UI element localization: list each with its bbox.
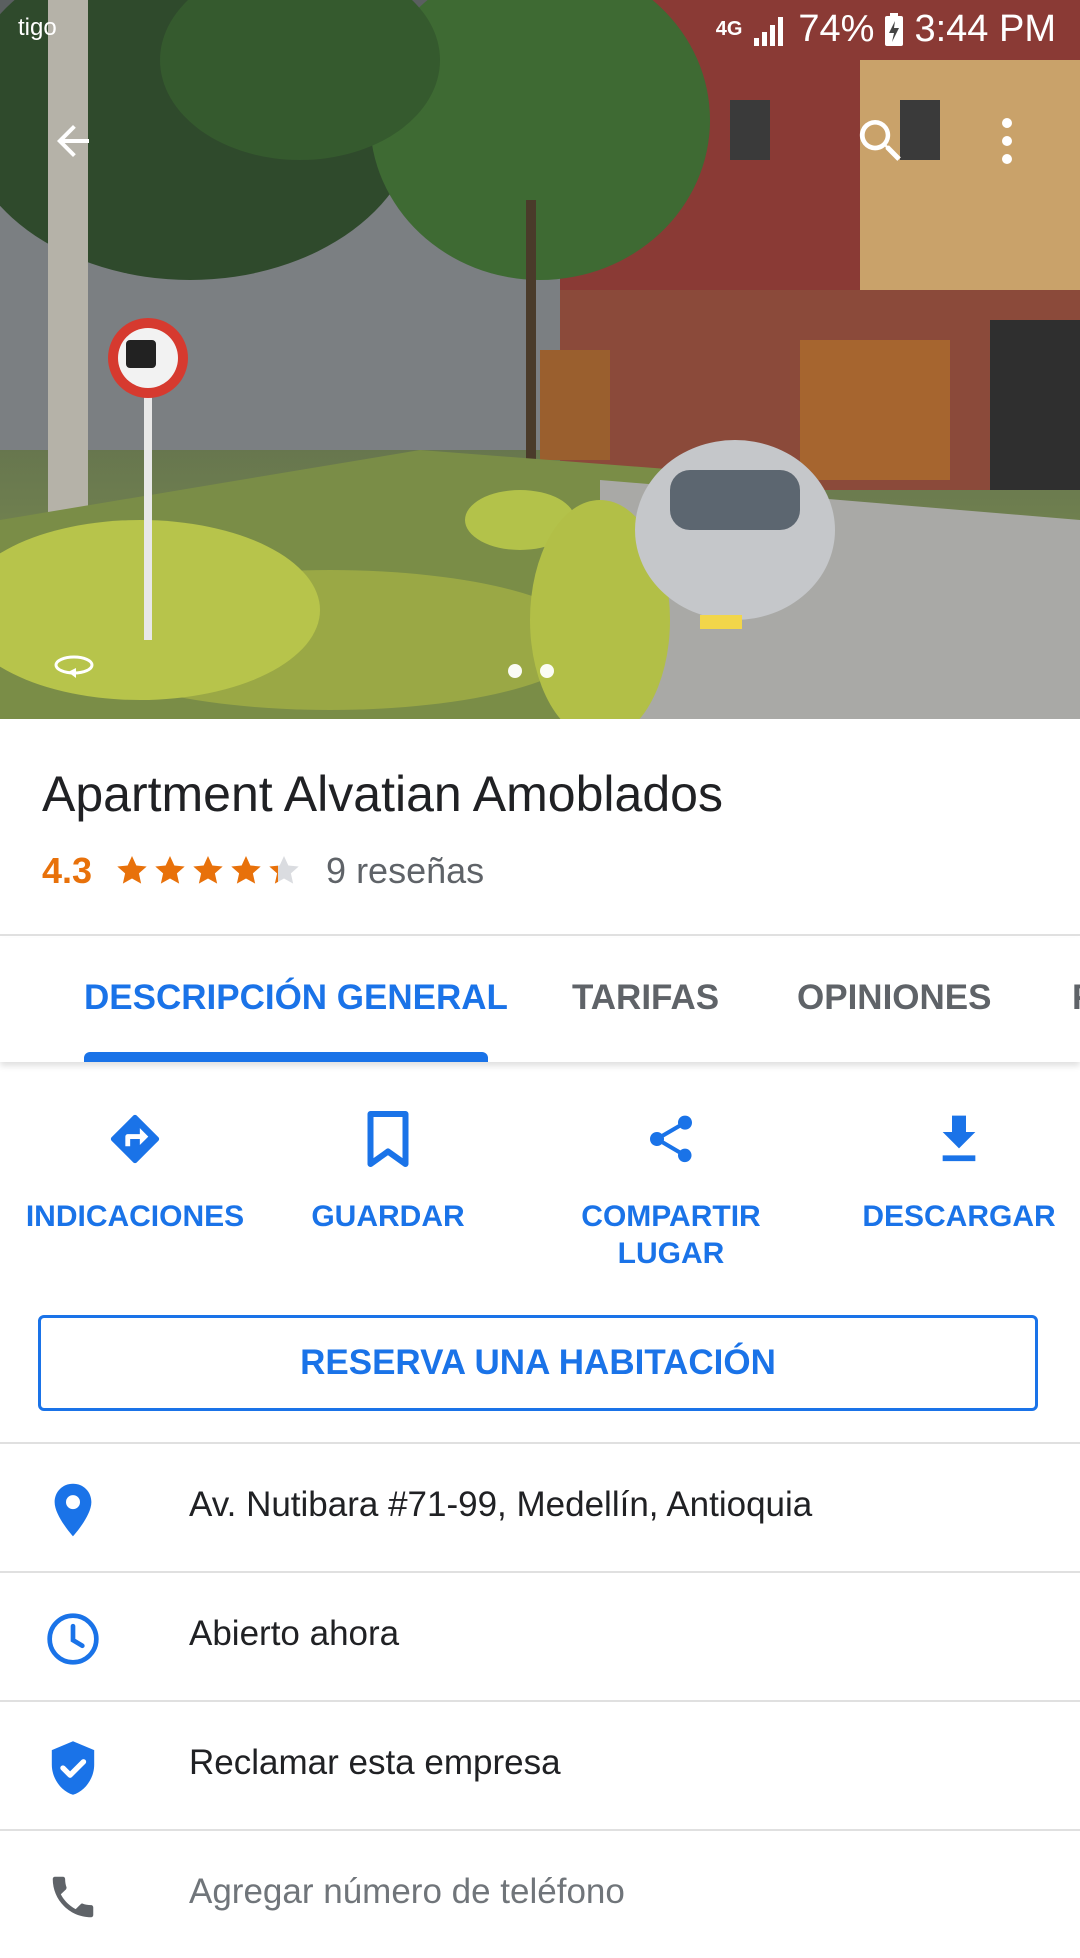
- directions-icon: [110, 1114, 160, 1164]
- tab-partial[interactable]: F: [1072, 978, 1080, 1018]
- more-options-button[interactable]: [962, 96, 1052, 186]
- share-label: COMPARTIR LUGAR: [541, 1198, 801, 1272]
- status-bar: tigo 4G 74% 3:44 PM: [0, 0, 1080, 66]
- tab-descripcion-general[interactable]: DESCRIPCIÓN GENERAL: [84, 978, 508, 1018]
- save-label: GUARDAR: [311, 1200, 465, 1233]
- active-tab-indicator: [84, 1052, 488, 1062]
- page-dot: [508, 664, 522, 678]
- carrier-label: tigo: [18, 14, 57, 41]
- arrow-back-icon: [57, 125, 89, 157]
- share-label-line2: LUGAR: [617, 1237, 725, 1270]
- back-button[interactable]: [28, 96, 118, 186]
- network-type: 4G: [715, 18, 743, 40]
- review-count: 9 reseñas: [326, 850, 485, 891]
- tab-tarifas[interactable]: TARIFAS: [572, 978, 719, 1018]
- more-vert-icon: [1002, 118, 1012, 164]
- tab-bar: DESCRIPCIÓN GENERAL TARIFAS OPINIONES F: [0, 938, 1080, 1062]
- clock-icon: [47, 1613, 99, 1665]
- address-text: Av. Nutibara #71-99, Medellín, Antioquia: [189, 1485, 813, 1524]
- search-button[interactable]: [836, 96, 926, 186]
- rating-row[interactable]: 4.3 9 reseñas: [42, 850, 484, 892]
- star-icon: [269, 856, 299, 884]
- phone-icon: [52, 1876, 94, 1918]
- claim-business-row[interactable]: Reclamar esta empresa: [0, 1701, 1080, 1829]
- page-dot: [540, 664, 554, 678]
- bookmark-icon: [367, 1111, 409, 1167]
- hours-text: Abierto ahora: [189, 1614, 400, 1653]
- star-icon: [231, 856, 261, 884]
- download-label: DESCARGAR: [862, 1200, 1056, 1233]
- rating-value: 4.3: [42, 850, 93, 891]
- star-icon: [193, 856, 223, 884]
- street-view-rotate-button[interactable]: [52, 652, 96, 687]
- photo-page-indicator: [508, 664, 554, 678]
- download-button[interactable]: DESCARGAR: [829, 1100, 1080, 1235]
- rating-stars: [114, 853, 302, 889]
- star-icon: [117, 856, 147, 884]
- place-title: Apartment Alvatian Amoblados: [42, 766, 723, 822]
- battery-percent: 74%: [798, 8, 875, 50]
- street-view-rotate-icon: [54, 655, 94, 678]
- share-place-button[interactable]: COMPARTIR LUGAR: [541, 1100, 801, 1272]
- star-icon: [155, 856, 185, 884]
- tab-opiniones[interactable]: OPINIONES: [797, 978, 991, 1018]
- divider: [0, 934, 1080, 936]
- place-photo[interactable]: tigo 4G 74% 3:44 PM: [0, 0, 1080, 719]
- signal-icon: [754, 16, 784, 46]
- hours-row[interactable]: Abierto ahora: [0, 1572, 1080, 1700]
- address-row[interactable]: Av. Nutibara #71-99, Medellín, Antioquia: [0, 1443, 1080, 1571]
- reserve-room-button[interactable]: RESERVA UNA HABITACIÓN: [38, 1315, 1038, 1411]
- verified-shield-icon: [51, 1741, 95, 1795]
- claim-business-text: Reclamar esta empresa: [189, 1743, 561, 1782]
- phone-row[interactable]: Agregar número de teléfono: [0, 1830, 1080, 1958]
- directions-button[interactable]: INDICACIONES: [5, 1100, 265, 1235]
- share-icon: [650, 1115, 692, 1163]
- location-pin-icon: [54, 1483, 92, 1537]
- directions-label: INDICACIONES: [25, 1200, 245, 1233]
- battery-charging-icon: [885, 12, 904, 46]
- share-label-line1: COMPARTIR: [581, 1200, 761, 1233]
- download-icon: [942, 1115, 976, 1162]
- search-icon: [859, 120, 901, 161]
- clock-time: 3:44 PM: [914, 8, 1056, 50]
- save-button[interactable]: GUARDAR: [258, 1100, 518, 1235]
- phone-text: Agregar número de teléfono: [189, 1872, 625, 1911]
